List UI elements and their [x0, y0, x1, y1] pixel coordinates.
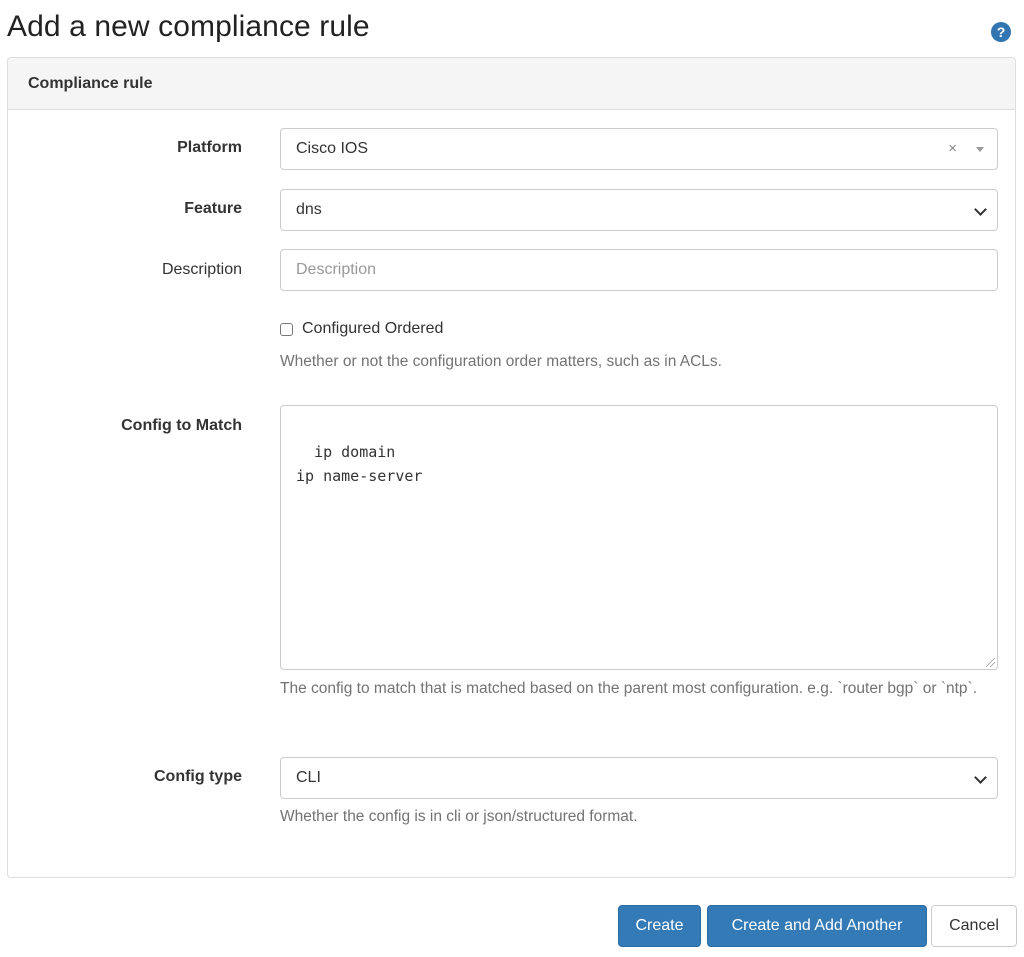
panel-heading: Compliance rule — [8, 58, 1015, 110]
platform-label: Platform — [177, 139, 242, 156]
cancel-button[interactable]: Cancel — [931, 905, 1017, 947]
platform-value: Cisco IOS — [296, 140, 369, 157]
configured-ordered-checkbox[interactable] — [280, 322, 293, 336]
configured-ordered-label: Configured Ordered — [302, 320, 444, 337]
config-type-select[interactable]: CLI — [280, 757, 998, 799]
description-label: Description — [161, 261, 242, 278]
create-and-add-another-button[interactable]: Create and Add Another — [707, 905, 927, 947]
caret-down-icon — [976, 147, 984, 152]
config-to-match-textarea[interactable]: ip domain ip name-server — [280, 405, 998, 670]
config-to-match-value: ip domain ip name-server — [296, 443, 423, 485]
config-type-label: Config type — [154, 768, 242, 785]
config-to-match-label: Config to Match — [121, 417, 242, 434]
config-type-help: Whether the config is in cli or json/str… — [280, 808, 638, 825]
feature-value: dns — [296, 201, 322, 218]
chevron-down-icon — [974, 203, 987, 216]
create-button[interactable]: Create — [618, 905, 701, 947]
feature-select[interactable]: dns — [280, 189, 998, 231]
config-to-match-help: The config to match that is matched base… — [280, 680, 978, 697]
clear-icon[interactable]: × — [948, 129, 957, 169]
platform-select[interactable]: Cisco IOS × — [280, 128, 998, 170]
config-type-value: CLI — [296, 769, 321, 786]
chevron-down-icon — [974, 771, 987, 784]
resize-handle-icon[interactable] — [986, 658, 995, 667]
description-placeholder: Description — [296, 261, 377, 278]
configured-ordered-row: Configured Ordered — [280, 320, 443, 338]
question-circle-icon[interactable]: ? — [991, 22, 1011, 42]
feature-label: Feature — [184, 200, 242, 217]
configured-ordered-help: Whether or not the configuration order m… — [280, 353, 722, 370]
description-input[interactable]: Description — [280, 249, 998, 291]
page-title: Add a new compliance rule — [7, 10, 370, 43]
